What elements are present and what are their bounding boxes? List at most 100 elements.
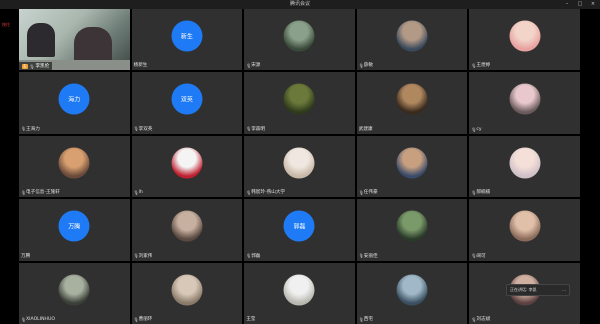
participant-tile[interactable]: 双英 🎙 李双英 <box>131 72 243 134</box>
host-badge: 主 <box>22 63 28 69</box>
participant-name-row: 🎙 cy <box>471 127 481 132</box>
window-title: 腾讯会议 <box>289 1 310 7</box>
participant-tile[interactable]: 🎙 XIAOLINHUO <box>19 262 130 324</box>
speaker-namebar: 主 🎙 李凯伦 <box>19 62 53 71</box>
avatar-initials: 郭磊 <box>283 210 315 242</box>
participant-tile[interactable]: 🎙 cy <box>469 72 580 134</box>
minimize-icon[interactable]: – <box>564 0 570 9</box>
participant-name-row: 🎙 王煜婷 <box>471 62 491 69</box>
avatar <box>283 20 315 52</box>
participant-name: 刘志斌 <box>476 317 491 322</box>
participant-name-row: 🎙 韩宸玲-燕山大学 <box>246 189 286 196</box>
more-icon[interactable]: ··· <box>562 288 566 293</box>
avatar-initials: 海力 <box>58 83 90 115</box>
participant-name: 电子信息-王施轩 <box>26 190 60 196</box>
close-icon[interactable]: × <box>590 0 596 9</box>
mic-icon: 🎙 <box>133 190 139 196</box>
avatar <box>396 83 428 115</box>
participant-tile[interactable]: 万腾 万腾 <box>19 199 130 261</box>
participant-name: lh <box>138 190 143 196</box>
participant-name: 万腾 <box>21 253 31 259</box>
participant-name-row: 杨新生 <box>134 62 148 68</box>
participant-name: 郝楠楠 <box>476 190 491 196</box>
participant-tile[interactable]: 新生 杨新生 <box>131 9 243 71</box>
avatar <box>283 147 315 179</box>
participant-name-row: 武建康 <box>359 126 373 132</box>
avatar <box>396 274 428 306</box>
participant-tile[interactable]: 🎙 宋源 <box>244 9 355 71</box>
participant-name: XIAOLINHUO <box>26 317 55 322</box>
mic-icon: 🎙 <box>133 253 139 259</box>
mic-icon: 🎙 <box>21 189 27 195</box>
window-controls: – □ × <box>564 0 596 9</box>
participant-tile[interactable]: 🎙 阔可 <box>469 199 580 261</box>
participant-name: 曹丽环 <box>138 317 153 322</box>
participant-tile[interactable]: 🎙 曹丽环 <box>131 262 243 324</box>
participant-name-row: 🎙 任伟豪 <box>359 189 378 196</box>
participant-name-row: 🎙 lh <box>134 190 143 195</box>
participant-name: 宋源 <box>251 63 261 69</box>
avatar <box>509 83 541 115</box>
participant-name: 李森明 <box>251 126 265 132</box>
participant-tile[interactable]: 🎙 郝楠楠 <box>469 135 580 198</box>
participant-name-row: 🎙 郝楠楠 <box>471 189 491 196</box>
avatar <box>171 274 203 306</box>
participant-tile[interactable]: 郭磊 🎙 郭磊 <box>244 199 355 261</box>
participant-name-row: 🎙 安丽佳 <box>359 253 378 259</box>
participant-tile[interactable]: 🎙 王煜婷 <box>469 9 580 71</box>
speaking-toast: 正在讲话: 李凯 ··· <box>506 284 570 296</box>
participant-tile[interactable]: 🎙 韩宸玲-燕山大学 <box>244 135 355 198</box>
avatar <box>509 210 541 242</box>
mic-icon: 🎙 <box>246 189 252 195</box>
participant-tile[interactable]: 海力 🎙 王海力 <box>19 72 130 134</box>
participant-tile[interactable]: 🎙 电子信息-王施轩 <box>19 135 130 198</box>
participant-name: 李双英 <box>138 126 153 132</box>
title-bar: 腾讯会议 – □ × <box>0 0 600 9</box>
participant-tile[interactable]: 🎙 lh <box>131 135 243 198</box>
avatar <box>396 210 428 242</box>
avatar <box>58 147 90 179</box>
participant-name: 阔可 <box>476 253 486 259</box>
mic-icon: 🎙 <box>29 63 35 69</box>
avatar <box>509 147 541 179</box>
side-hint-label: 按住 <box>2 22 10 27</box>
participant-name: 韩宸玲-燕山大学 <box>251 190 286 196</box>
mic-icon: 🎙 <box>21 317 27 322</box>
participant-tile[interactable]: 🎙 安丽佳 <box>356 199 468 261</box>
participant-name-row: 🎙 刘家伟 <box>134 253 153 259</box>
mic-icon: 🎙 <box>358 62 364 68</box>
participant-name: 薛敏 <box>363 63 373 69</box>
mic-icon: 🎙 <box>471 62 477 68</box>
avatar-initials: 万腾 <box>58 210 90 242</box>
participant-name: 西宅 <box>363 317 373 322</box>
participant-name: 王海力 <box>26 126 40 132</box>
avatar <box>396 147 428 179</box>
participant-name-row: 🎙 XIAOLINHUO <box>21 317 55 322</box>
participant-tile[interactable]: 🎙 刘家伟 <box>131 199 243 261</box>
participant-name: 武建康 <box>358 126 373 132</box>
participant-tile[interactable]: 🎙 李森明 <box>244 72 355 134</box>
participant-tile[interactable]: 🎙 薛敏 <box>356 9 468 71</box>
participant-name-row: 万腾 <box>21 253 30 259</box>
participant-name-row: 🎙 李双英 <box>134 126 153 132</box>
participant-tile[interactable]: 武建康 <box>356 72 468 134</box>
maximize-icon[interactable]: □ <box>577 0 583 9</box>
mic-icon: 🎙 <box>471 316 477 322</box>
participant-tile[interactable]: 王莹 <box>244 262 355 324</box>
mic-icon: 🎙 <box>246 62 252 68</box>
participant-name: cy <box>476 126 482 132</box>
participant-tile[interactable]: 🎙 任伟豪 <box>356 135 468 198</box>
mic-icon: 🎙 <box>133 316 139 322</box>
participant-grid: 主 🎙 李凯伦 新生 杨新生 🎙 宋源 🎙 薛敏 🎙 王煜婷 海力 🎙 王海力 双英 🎙 李双英 🎙 李森明 武建康 🎙… <box>19 9 580 324</box>
mic-icon: 🎙 <box>471 253 477 259</box>
participant-name-row: 王莹 <box>246 316 255 322</box>
participant-name-row: 🎙 宋源 <box>246 62 261 69</box>
toast-text: 正在讲话: 李凯 <box>510 287 537 292</box>
participant-tile[interactable]: 🎙 西宅 <box>356 262 468 324</box>
participant-name: 王莹 <box>246 317 256 322</box>
active-speaker-video[interactable]: 主 🎙 李凯伦 <box>19 9 130 71</box>
video-person <box>27 23 55 57</box>
avatar <box>509 20 541 52</box>
participant-name: 任伟豪 <box>363 190 378 196</box>
participant-name: 王煜婷 <box>476 63 491 69</box>
